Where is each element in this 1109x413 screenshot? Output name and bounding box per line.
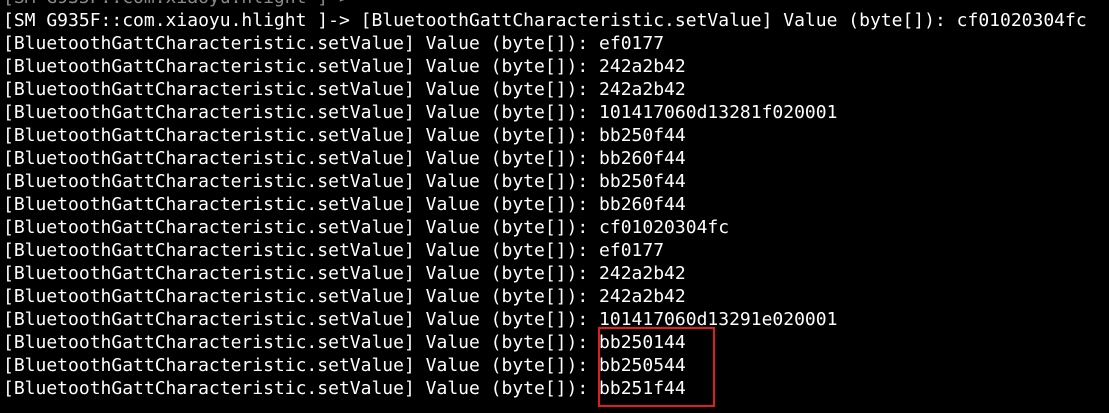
terminal-line: [BluetoothGattCharacteristic.setValue] V… xyxy=(3,125,686,146)
terminal-window[interactable]: [SM G935F::com.xiaoyu.hlight ]-> [SM G93… xyxy=(0,0,1109,413)
terminal-line: [BluetoothGattCharacteristic.setValue] V… xyxy=(3,148,686,169)
terminal-line: [BluetoothGattCharacteristic.setValue] V… xyxy=(3,102,838,123)
terminal-line: [BluetoothGattCharacteristic.setValue] V… xyxy=(3,378,686,399)
highlight-annotation-box xyxy=(598,327,715,407)
terminal-line: [SM G935F::com.xiaoyu.hlight ]-> [Blueto… xyxy=(3,10,1087,31)
terminal-line: [BluetoothGattCharacteristic.setValue] V… xyxy=(3,263,686,284)
terminal-line: [BluetoothGattCharacteristic.setValue] V… xyxy=(3,240,665,261)
terminal-line: [BluetoothGattCharacteristic.setValue] V… xyxy=(3,309,838,330)
terminal-line: [BluetoothGattCharacteristic.setValue] V… xyxy=(3,194,686,215)
terminal-line: [BluetoothGattCharacteristic.setValue] V… xyxy=(3,286,686,307)
terminal-line: [BluetoothGattCharacteristic.setValue] V… xyxy=(3,171,686,192)
terminal-line: [BluetoothGattCharacteristic.setValue] V… xyxy=(3,217,730,238)
terminal-line: [BluetoothGattCharacteristic.setValue] V… xyxy=(3,332,686,353)
terminal-line: [BluetoothGattCharacteristic.setValue] V… xyxy=(3,56,686,77)
terminal-line: [BluetoothGattCharacteristic.setValue] V… xyxy=(3,33,665,54)
terminal-line: [BluetoothGattCharacteristic.setValue] V… xyxy=(3,79,686,100)
terminal-output: [SM G935F::com.xiaoyu.hlight ]-> [SM G93… xyxy=(3,0,1087,400)
terminal-line: [BluetoothGattCharacteristic.setValue] V… xyxy=(3,355,686,376)
terminal-line-partial-prompt: [SM G935F::com.xiaoyu.hlight ]-> xyxy=(3,0,1087,9)
